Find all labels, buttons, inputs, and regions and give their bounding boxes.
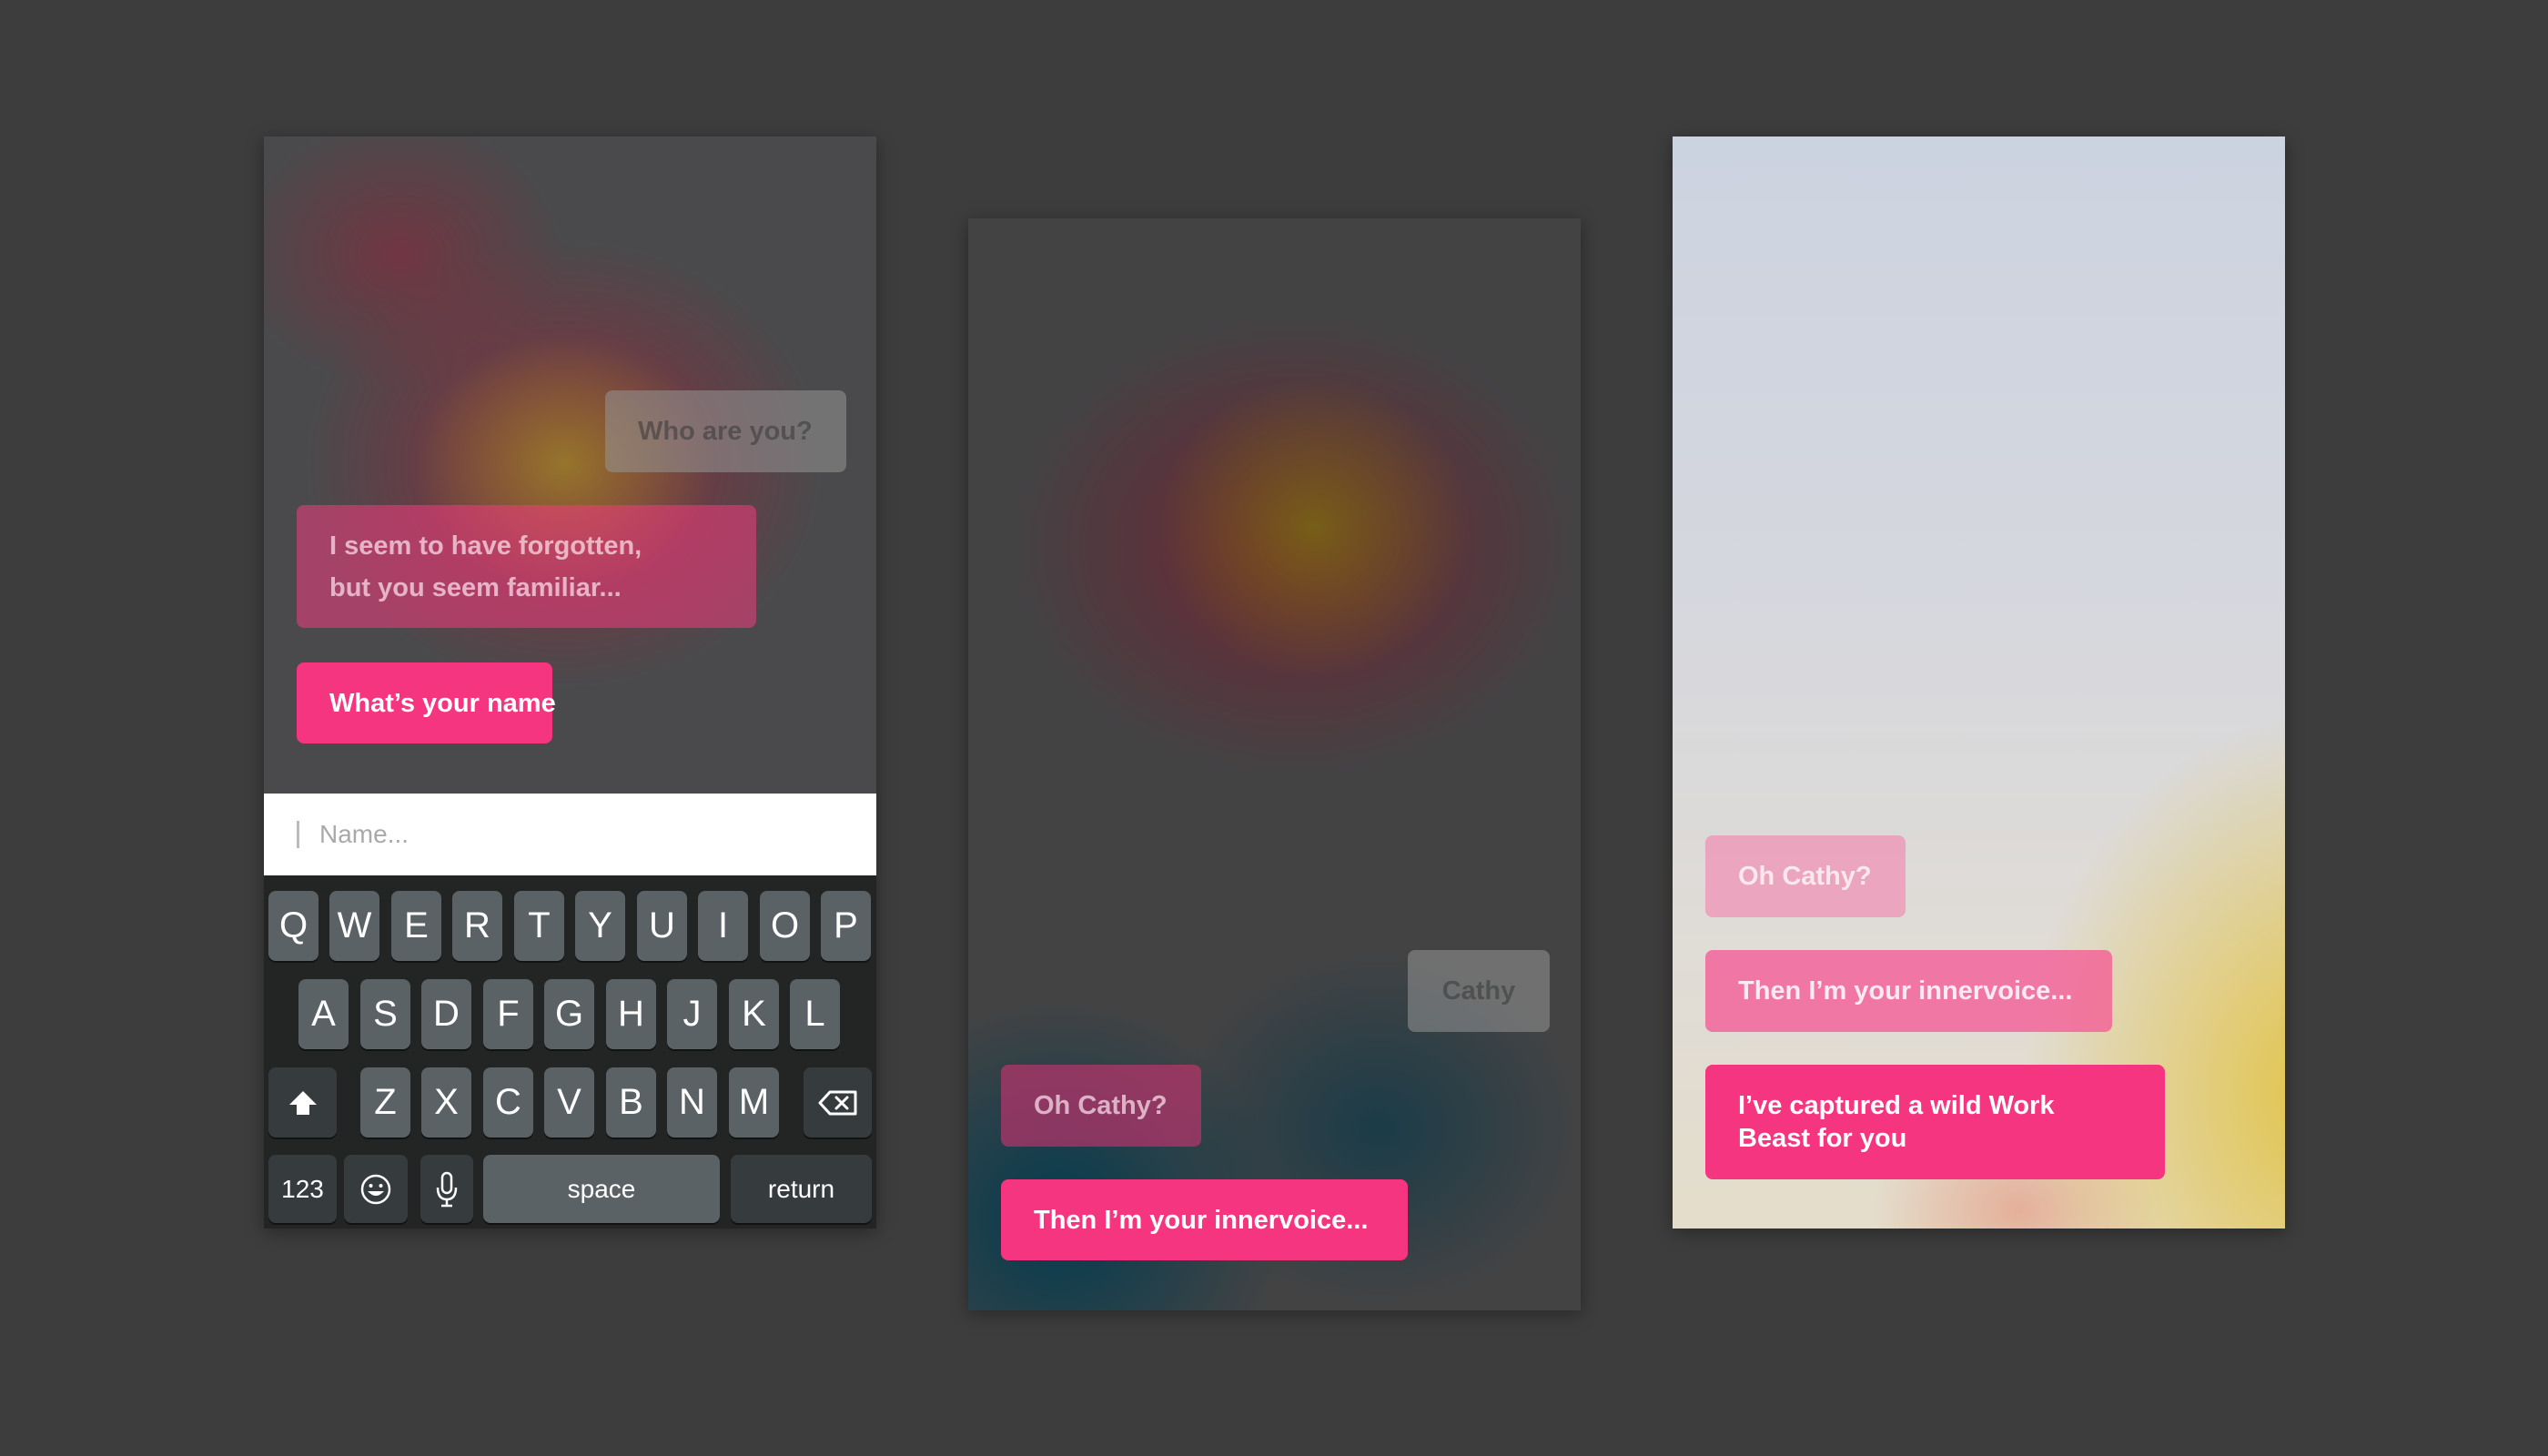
blurred-background: [968, 218, 1581, 1310]
key-m[interactable]: M: [729, 1067, 779, 1138]
key-z[interactable]: Z: [360, 1067, 410, 1138]
delete-key[interactable]: [804, 1067, 872, 1138]
key-w[interactable]: W: [329, 891, 379, 961]
key-l[interactable]: L: [790, 979, 840, 1049]
emoji-key[interactable]: [344, 1155, 408, 1223]
message-innervoice: Then I’m your innervoice...: [1705, 950, 2112, 1032]
key-d[interactable]: D: [421, 979, 471, 1049]
key-s[interactable]: S: [360, 979, 410, 1049]
chat-screen-keyboard: Who are you? I seem to have forgotten, b…: [264, 136, 876, 1228]
microphone-key[interactable]: [420, 1155, 473, 1223]
name-input-placeholder: Name...: [319, 820, 410, 848]
text-caret: [297, 821, 299, 848]
key-h[interactable]: H: [606, 979, 656, 1049]
key-v[interactable]: V: [544, 1067, 594, 1138]
work-beast-button[interactable]: I’ve captured a wild Work Beast for you: [1705, 1065, 2165, 1179]
message-oh-cathy: Oh Cathy?: [1001, 1065, 1201, 1147]
message-cathy: Cathy: [1408, 950, 1550, 1032]
key-x[interactable]: X: [421, 1067, 471, 1138]
onscreen-keyboard: Q W E R T Y U I O P A S D F G H J K L Z …: [264, 875, 876, 1228]
key-b[interactable]: B: [606, 1067, 656, 1138]
key-q[interactable]: Q: [268, 891, 318, 961]
microphone-icon: [436, 1171, 458, 1207]
key-y[interactable]: Y: [575, 891, 625, 961]
key-i[interactable]: I: [698, 891, 748, 961]
key-c[interactable]: C: [483, 1067, 533, 1138]
key-k[interactable]: K: [729, 979, 779, 1049]
message-forgotten: I seem to have forgotten, but you seem f…: [297, 505, 756, 628]
key-n[interactable]: N: [667, 1067, 717, 1138]
chat-screen-work-beast: Oh Cathy? Then I’m your innervoice... I’…: [1673, 136, 2285, 1228]
innervoice-button[interactable]: Then I’m your innervoice...: [1001, 1179, 1408, 1260]
key-p[interactable]: P: [821, 891, 871, 961]
message-who-are-you: Who are you?: [605, 390, 846, 472]
key-r[interactable]: R: [452, 891, 502, 961]
key-j[interactable]: J: [667, 979, 717, 1049]
name-input[interactable]: Name...: [264, 794, 876, 875]
key-u[interactable]: U: [637, 891, 687, 961]
backspace-icon: [818, 1090, 856, 1115]
chat-screen-cathy: Cathy Oh Cathy? Then I’m your innervoice…: [968, 218, 1581, 1310]
emoji-icon: [360, 1174, 391, 1204]
key-o[interactable]: O: [760, 891, 810, 961]
space-key[interactable]: space: [483, 1155, 720, 1223]
return-key[interactable]: return: [731, 1155, 872, 1223]
message-oh-cathy: Oh Cathy?: [1705, 835, 1906, 917]
numbers-key[interactable]: 123: [268, 1155, 337, 1223]
shift-arrow-icon: [288, 1090, 317, 1115]
key-e[interactable]: E: [391, 891, 441, 961]
shift-key[interactable]: [268, 1067, 337, 1138]
message-forgotten-line2: but you seem familiar...: [329, 572, 622, 602]
key-t[interactable]: T: [514, 891, 564, 961]
whats-your-name-button[interactable]: What’s your name: [297, 662, 556, 743]
key-g[interactable]: G: [544, 979, 594, 1049]
key-a[interactable]: A: [298, 979, 349, 1049]
message-forgotten-line1: I seem to have forgotten,: [329, 531, 642, 561]
key-f[interactable]: F: [483, 979, 533, 1049]
